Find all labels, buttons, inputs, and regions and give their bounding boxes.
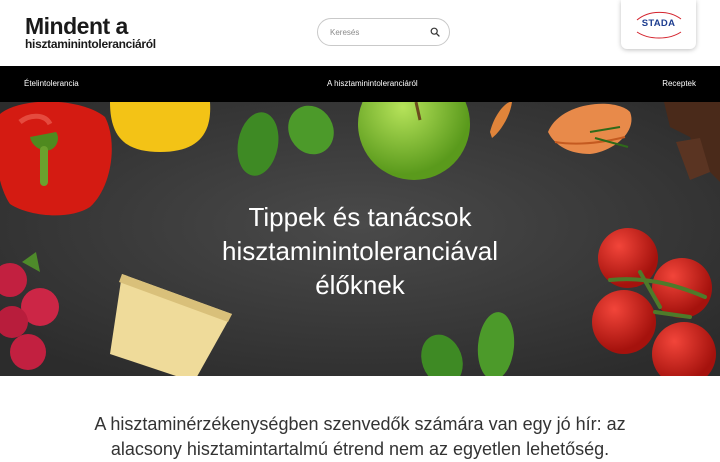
search-input[interactable] [330, 24, 425, 40]
brand-name: STADA [641, 18, 676, 29]
nav-item-recipes[interactable]: Receptek [662, 79, 696, 88]
hero-banner: Tippek és tanácsok hisztaminintoleranciá… [0, 102, 720, 376]
hero-title-line: hisztaminintoleranciával [221, 236, 499, 266]
hero-title-line: Tippek és tanácsok [248, 202, 472, 232]
red-pepper-icon [0, 102, 112, 216]
main-nav: Ételintolerancia A hisztaminintoleranciá… [0, 66, 720, 102]
search-box [317, 18, 450, 46]
search-icon[interactable] [430, 27, 440, 37]
nav-item-about-histamine[interactable]: A hisztaminintoleranciáról [327, 79, 418, 88]
hero-title: Tippek és tanácsok hisztaminintoleranciá… [160, 200, 560, 302]
site-header: Mindent a hisztaminintoleranciáról STADA [0, 0, 720, 66]
nav-item-food-intolerance[interactable]: Ételintolerancia [24, 79, 79, 88]
brand-logo[interactable]: STADA [621, 0, 696, 49]
intro-paragraph: A hisztaminérzékenységben szenvedők szám… [94, 414, 626, 459]
site-logo[interactable]: Mindent a hisztaminintoleranciáról [25, 13, 156, 52]
logo-title: Mindent a [25, 13, 128, 39]
logo-subtitle: hisztaminintoleranciáról [25, 37, 156, 51]
hero-title-line: élőknek [315, 270, 405, 300]
